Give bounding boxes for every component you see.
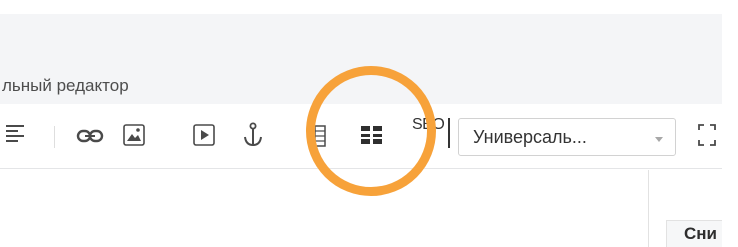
seo-button[interactable]: SEO [410,114,454,154]
seo-icon: SEO [412,116,445,133]
align-justify-icon[interactable] [6,124,26,146]
format-select[interactable]: Универсаль... [458,118,676,156]
editor-title: льный редактор [2,76,129,95]
right-edge [722,14,738,247]
editor-screen: льный редактор SEO Универсаль... Сни [0,0,738,247]
link-icon[interactable] [76,128,104,144]
chevron-down-icon [655,137,663,142]
panel-divider [648,170,649,247]
toolbar-separator [54,126,55,148]
video-icon[interactable] [193,124,215,146]
top-strip [0,0,738,14]
format-select-value: Универсаль... [473,127,587,147]
seo-cursor-bar [448,118,450,148]
editor-header: льный редактор [0,14,722,104]
template-grid-icon[interactable] [361,125,383,145]
image-icon[interactable] [123,124,145,146]
anchor-icon[interactable] [243,122,263,148]
table-icon[interactable] [314,125,326,147]
side-panel-tab[interactable]: Сни [684,224,717,244]
fullscreen-icon[interactable] [698,124,716,146]
editor-toolbar: SEO Универсаль... [0,104,722,169]
